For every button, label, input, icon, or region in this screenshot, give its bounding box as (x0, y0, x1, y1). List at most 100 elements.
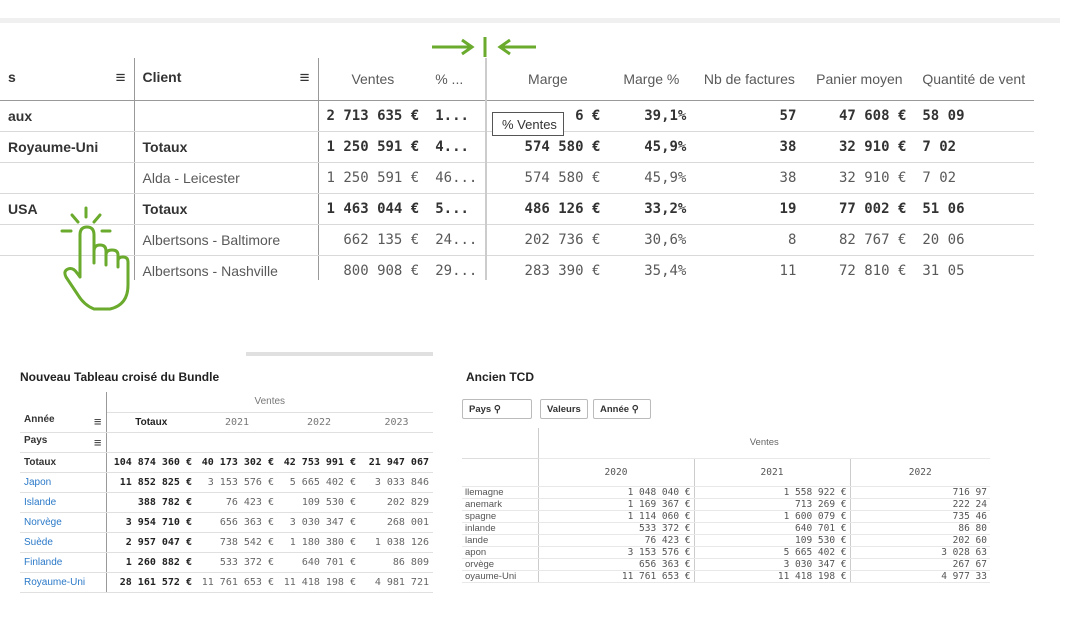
country-link[interactable]: Norvège (20, 512, 107, 533)
table-cell: 574 580 € (486, 162, 609, 194)
country-link[interactable]: Suède (20, 532, 107, 553)
table-cell: Alda - Leicester (134, 162, 319, 194)
table-cell: 3 033 846 (360, 472, 433, 493)
row-label: llemagne (462, 486, 539, 499)
table-cell: 738 542 € (196, 532, 278, 553)
header-marge-pct[interactable]: Marge % (608, 58, 695, 101)
table-cell: 716 97 (850, 486, 990, 499)
table-row: Alda - Leicester 1 250 591 €46... 574 580 … (0, 162, 1035, 194)
table-cell: 33,2% (608, 193, 695, 225)
table-row: spagne 1 114 060 €1 600 079 €735 46 (462, 510, 990, 523)
table-cell: 11 (694, 255, 805, 280)
menu-icon[interactable]: ≡ (94, 435, 102, 450)
country-link[interactable]: Royaume-Uni (0, 131, 135, 163)
column-tooltip: % Ventes (492, 112, 564, 136)
table-cell: 21 947 067 (360, 452, 433, 473)
table-cell: 1 114 060 € (538, 510, 695, 523)
row-label: apon (462, 546, 539, 559)
year-header: 2021 (196, 412, 278, 433)
header-ventes[interactable]: Ventes (318, 58, 428, 101)
table-cell: 267 67 (850, 558, 990, 571)
table-row: Finlande 1 260 882 €533 372 €640 701 €86 … (20, 552, 433, 573)
header-pct-ventes[interactable]: % ... (427, 58, 488, 101)
table-row: Islande 388 782 €76 423 €109 530 €202 829 (20, 492, 433, 513)
country-link[interactable]: Finlande (20, 552, 107, 573)
table-row: Royaume-Uni 28 161 572 €11 761 653 €11 41… (20, 572, 433, 593)
header-marge[interactable]: Marge (486, 58, 609, 101)
table-cell: 5... (427, 193, 488, 225)
old-pivot-title: Ancien TCD (466, 370, 535, 384)
header-nb-factures[interactable]: Nb de factures (694, 58, 805, 101)
annee-filter-chip[interactable]: Année ⚲ (593, 399, 651, 419)
header-quantite[interactable]: Quantité de vent (914, 58, 1035, 101)
table-cell: 31 05 (914, 255, 1035, 280)
table-cell: 86 80 (850, 522, 990, 535)
table-row: Suède 2 957 047 €738 542 €1 180 380 €1 03… (20, 532, 433, 553)
table-row: anemark 1 169 367 €713 269 €222 24 (462, 498, 990, 511)
table-cell: 202 829 (360, 492, 433, 513)
table-cell: 29... (427, 255, 488, 280)
table-cell: 3 153 576 € (196, 472, 278, 493)
header-pays[interactable]: s ≡ (0, 58, 135, 101)
table-cell: 3 028 63 (850, 546, 990, 559)
valeurs-chip[interactable]: Valeurs (540, 399, 588, 419)
table-cell: 11 418 198 € (694, 570, 851, 583)
dim-pays[interactable]: Pays ≡ (20, 432, 107, 453)
table-cell: 30,6% (608, 224, 695, 256)
table-cell: 3 030 347 € (694, 558, 851, 571)
table-row: Totaux 104 874 360 €40 173 302 €42 753 99… (20, 452, 433, 473)
table-cell: 86 809 (360, 552, 433, 573)
country-link[interactable]: Islande (20, 492, 107, 513)
year-header: 2022 (850, 458, 990, 487)
header-client[interactable]: Client ≡ (134, 58, 319, 101)
header-panier-moyen[interactable]: Panier moyen (804, 58, 915, 101)
table-cell: 640 701 € (694, 522, 851, 535)
country-link[interactable]: Royaume-Uni (20, 572, 107, 593)
table-cell: 19 (694, 193, 805, 225)
table-cell: 38 (694, 131, 805, 163)
table-cell: 76 423 € (196, 492, 278, 513)
row-label: oyaume-Uni (462, 570, 539, 583)
row-label: orvège (462, 558, 539, 571)
table-cell: 1 463 044 € (318, 193, 428, 225)
table-cell: 32 910 € (804, 131, 915, 163)
table-row: inlande 533 372 €640 701 €86 80 (462, 522, 990, 535)
table-cell: 268 001 (360, 512, 433, 533)
table-cell: 109 530 € (694, 534, 851, 547)
table-cell: 222 24 (850, 498, 990, 511)
table-row: Ventes (462, 428, 990, 459)
table-cell: 76 423 € (538, 534, 695, 547)
table-row: Ventes (20, 392, 433, 413)
empty-cell (196, 432, 278, 453)
scroll-indicator[interactable] (246, 352, 433, 356)
table-cell: 656 363 € (196, 512, 278, 533)
table-cell: 1 180 380 € (278, 532, 360, 553)
table-row: Japon 11 852 825 €3 153 576 €5 665 402 €3… (20, 472, 433, 493)
old-pivot-panel: Ancien TCD Pays ⚲ Valeurs Année ⚲ Ventes… (462, 352, 990, 617)
pays-filter-chip[interactable]: Pays ⚲ (462, 399, 532, 419)
table-cell: 800 908 € (318, 255, 428, 280)
table-cell: 47 608 € (804, 100, 915, 132)
old-pivot-table: Ventes 2020 2021 2022 llemagne 1 048 040 … (462, 428, 990, 583)
table-row: Albertsons - Nashville 800 908 €29... 283 … (0, 255, 1035, 280)
menu-icon[interactable]: ≡ (300, 68, 310, 88)
top-pivot-panel: s ≡ Client ≡ Ventes % ... Marge Marge % Nb… (0, 18, 1060, 280)
table-cell: 39,1% (608, 100, 695, 132)
empty-cell (462, 428, 539, 459)
table-cell: Albertsons - Baltimore (134, 224, 319, 256)
table-cell: 7 02 (914, 131, 1035, 163)
table-cell: 5 665 402 € (278, 472, 360, 493)
table-cell: 72 810 € (804, 255, 915, 280)
menu-icon[interactable]: ≡ (116, 68, 126, 88)
dim-annee[interactable]: Année ≡ (20, 412, 107, 433)
year-header: 2020 (538, 458, 695, 487)
table-cell: 2 957 047 € (106, 532, 196, 553)
new-pivot-table: Ventes Année ≡ Totaux 2021 2022 2023 Pays… (20, 392, 433, 593)
table-cell: Totaux (134, 193, 319, 225)
table-cell: 3 954 710 € (106, 512, 196, 533)
country-link[interactable]: Japon (20, 472, 107, 493)
measure-header: Ventes (106, 392, 433, 413)
table-row: Norvège 3 954 710 €656 363 €3 030 347 €26… (20, 512, 433, 533)
menu-icon[interactable]: ≡ (94, 414, 102, 429)
table-cell (0, 162, 135, 194)
